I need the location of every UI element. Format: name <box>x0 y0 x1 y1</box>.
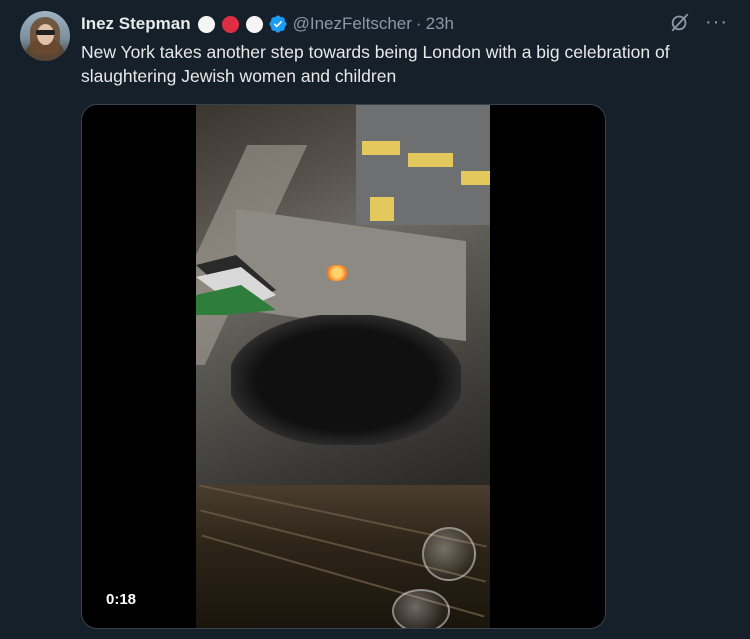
flag <box>196 255 276 315</box>
display-name[interactable]: Inez Stepman <box>81 14 191 34</box>
avatar-sunglasses <box>36 30 55 35</box>
video-thumbnail <box>196 105 490 628</box>
avatar[interactable] <box>20 11 70 61</box>
tweet-top-actions: ··· <box>669 11 728 33</box>
header-separator: · <box>415 14 422 33</box>
tweet-text: New York takes another step towards bein… <box>81 42 670 86</box>
lit-window <box>408 153 453 167</box>
crowd <box>231 315 461 445</box>
light-reflection <box>392 589 450 628</box>
white-circle-emoji-2 <box>243 13 265 35</box>
white-circle-emoji-1 <box>195 13 217 35</box>
office-building <box>356 105 490 225</box>
red-circle-emoji <box>219 13 241 35</box>
verified-badge-icon[interactable] <box>268 14 288 34</box>
light-reflection <box>422 527 476 581</box>
grok-icon[interactable] <box>669 11 691 33</box>
flare <box>324 265 350 281</box>
video-player[interactable]: 0:18 <box>81 104 606 629</box>
lit-window <box>370 197 394 221</box>
lit-window <box>362 141 400 155</box>
tweet-timestamp[interactable]: 23h <box>426 14 454 34</box>
name-emoji-badges <box>195 13 268 35</box>
tweet[interactable]: Inez Stepman @InezFeltscher · 23h ··· Ne… <box>0 0 750 639</box>
lit-window <box>461 171 490 185</box>
video-duration: 0:18 <box>106 591 137 608</box>
tweet-header: Inez Stepman @InezFeltscher · 23h <box>81 13 454 35</box>
more-options-icon[interactable]: ··· <box>705 12 728 32</box>
user-handle[interactable]: @InezFeltscher <box>293 14 412 34</box>
